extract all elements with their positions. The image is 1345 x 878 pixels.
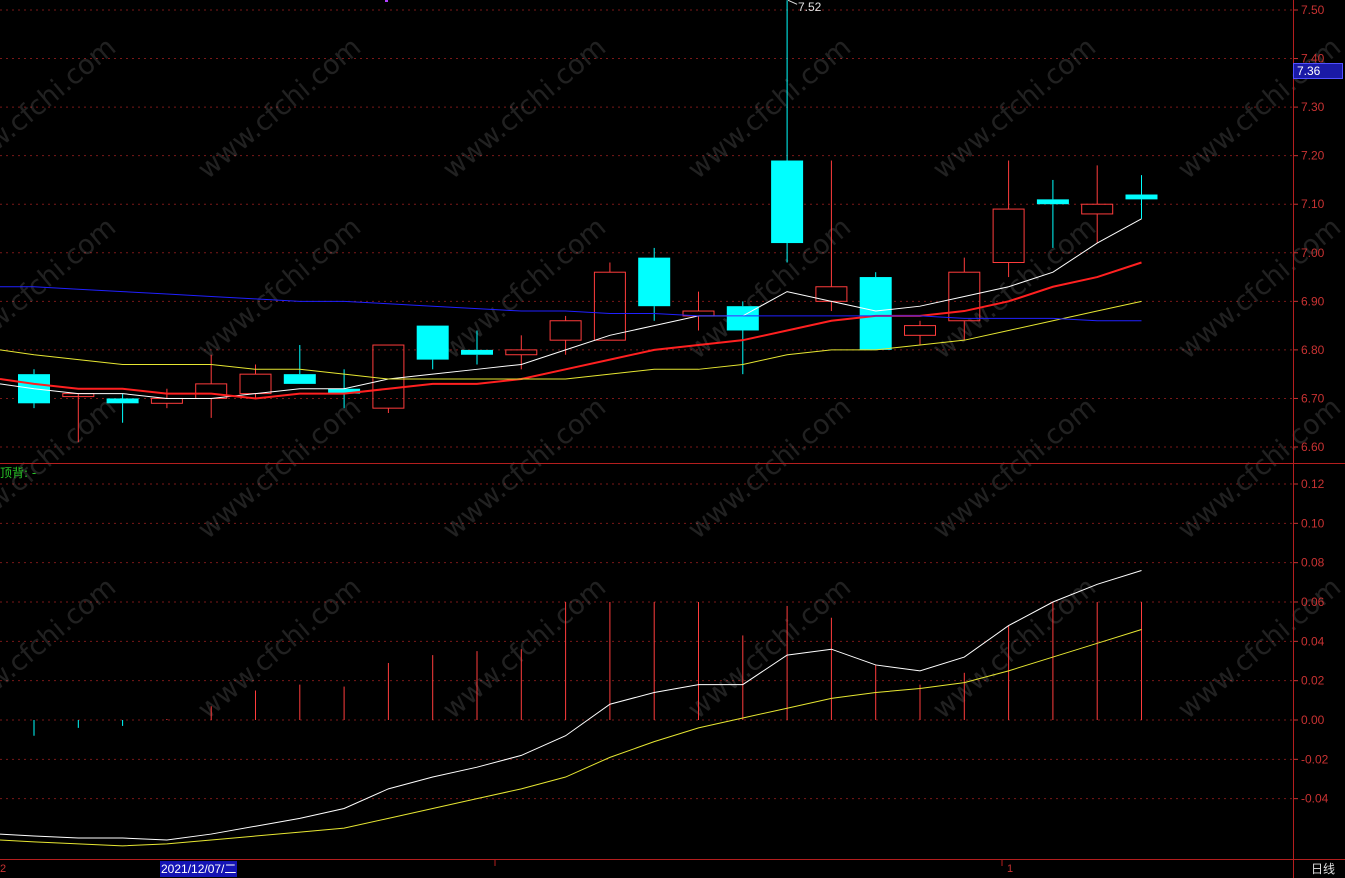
- candle: [593, 262, 626, 341]
- watermark-text: www.cfchi.com: [682, 392, 857, 546]
- candle: [416, 325, 449, 370]
- candle-body: [1125, 194, 1158, 200]
- cursor-date-label: 2021/12/07/二: [160, 861, 238, 877]
- period-button-daily[interactable]: 日线: [1301, 861, 1345, 878]
- watermark-text: www.cfchi.com: [192, 32, 367, 186]
- indicator-tick-label: 0.02: [1301, 674, 1325, 688]
- max-price-pointer: [787, 0, 798, 5]
- price-tick-label: 6.80: [1301, 343, 1325, 357]
- price-tick-label: 7.00: [1301, 246, 1325, 260]
- price-tick-label: 7.10: [1301, 197, 1325, 211]
- indicator-tick-label: -0.04: [1301, 792, 1329, 806]
- candle-body: [593, 271, 626, 341]
- price-tick-label: 6.90: [1301, 294, 1325, 308]
- candle-body: [239, 373, 272, 395]
- candle-body: [416, 325, 449, 360]
- candle: [638, 247, 671, 321]
- indicator-tick-label: 0.12: [1301, 477, 1325, 491]
- candle-body: [904, 325, 936, 336]
- indicator-tick-label: 0.04: [1301, 634, 1325, 648]
- indicator-tick-label: -0.02: [1301, 752, 1329, 766]
- watermark-text: www.cfchi.com: [192, 572, 367, 726]
- candle-body: [638, 257, 671, 307]
- candle: [549, 315, 582, 355]
- indicator-tick-label: 0.06: [1301, 595, 1325, 609]
- watermark-text: www.cfchi.com: [927, 392, 1102, 546]
- price-grid: [0, 9, 1293, 448]
- candle-body: [372, 344, 405, 409]
- candle-body: [771, 160, 804, 244]
- top-marker: [385, 0, 388, 2]
- watermark-text: www.cfchi.com: [437, 32, 612, 186]
- candle-body: [106, 398, 139, 404]
- watermark-text: www.cfchi.com: [682, 32, 857, 186]
- indicator-line-slow: [0, 629, 1142, 847]
- candle-body: [195, 383, 228, 399]
- watermark-text: www.cfchi.com: [437, 572, 612, 726]
- watermark-text: www.cfchi.com: [192, 392, 367, 546]
- watermark-text: www.cfchi.com: [682, 212, 857, 366]
- watermark-text: www.cfchi.com: [682, 572, 857, 726]
- candle-body: [1081, 203, 1114, 215]
- watermark-text: www.cfchi.com: [437, 212, 612, 366]
- price-tick-label: 7.30: [1301, 100, 1325, 114]
- candle-body: [283, 374, 316, 384]
- indicator-tick-label: 0.10: [1301, 516, 1325, 530]
- watermark-text: www.cfchi.com: [0, 32, 122, 186]
- watermarks: www.cfchi.com www.cfchi.com www.cfchi.com w…: [0, 32, 1345, 726]
- candle-body: [505, 349, 538, 356]
- watermark-text: www.cfchi.com: [927, 572, 1102, 726]
- candle-body: [150, 397, 183, 404]
- frame: [0, 0, 1345, 878]
- candle: [992, 160, 1025, 278]
- watermark-text: www.cfchi.com: [927, 32, 1102, 186]
- price-tick-label: 7.50: [1301, 3, 1325, 17]
- indicator-title: 顶背: -: [0, 466, 37, 480]
- candle-body: [992, 208, 1025, 263]
- kline-chart[interactable]: www.cfchi.com www.cfchi.com www.cfchi.com w…: [0, 0, 1345, 878]
- watermark-text: www.cfchi.com: [0, 572, 122, 726]
- price-tick-label: 7.20: [1301, 149, 1325, 163]
- indicator-grid: [0, 483, 1293, 800]
- candle-body: [1036, 199, 1069, 205]
- x-axis-left-label: 2: [0, 863, 7, 875]
- candle: [1125, 175, 1158, 219]
- candle-body: [549, 320, 582, 341]
- indicator-tick-label: 0.00: [1301, 713, 1325, 727]
- watermark-text: www.cfchi.com: [192, 212, 367, 366]
- indicator-axis: 0.12 0.10 0.08 0.06 0.04 0.02 0.00 -0.02 -0.04: [1293, 477, 1329, 806]
- candle: [771, 0, 804, 263]
- x-axis-mid-label: 1: [1007, 863, 1014, 875]
- candle-body: [461, 349, 493, 355]
- indicator-tick-label: 0.08: [1301, 556, 1325, 570]
- candle-body: [859, 277, 892, 350]
- price-tick-label: 6.60: [1301, 440, 1325, 454]
- price-tick-label: 6.70: [1301, 391, 1325, 405]
- watermark-text: www.cfchi.com: [437, 392, 612, 546]
- current-price-tag: 7.36: [1293, 63, 1343, 79]
- candle: [283, 345, 316, 384]
- max-price-label: 7.52: [798, 0, 822, 14]
- watermark-text: www.cfchi.com: [927, 212, 1102, 366]
